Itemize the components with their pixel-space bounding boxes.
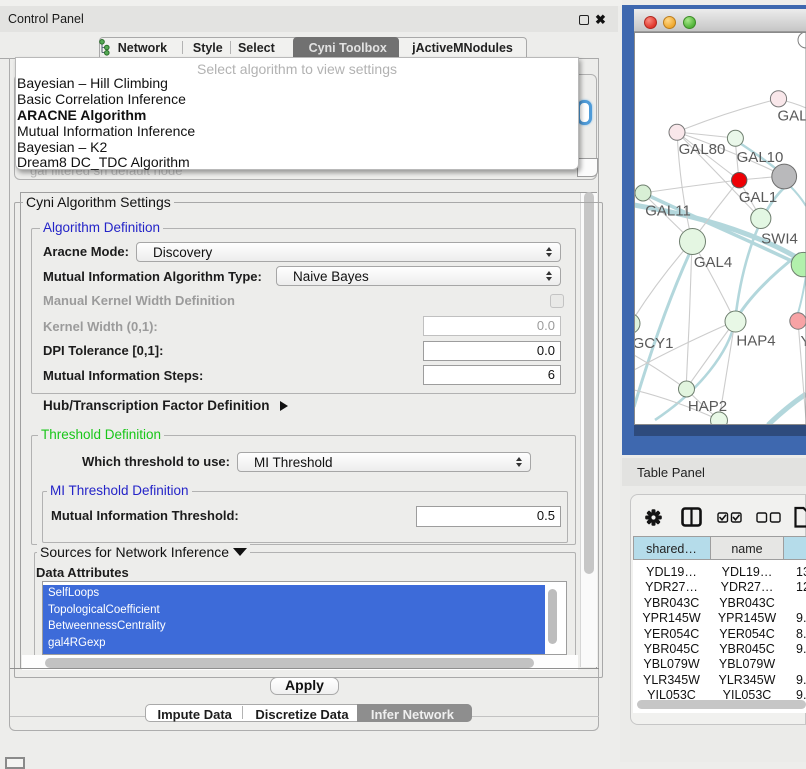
svg-text:GAL4: GAL4 <box>694 254 732 271</box>
svg-text:HAP2: HAP2 <box>688 398 727 415</box>
svg-text:GCY1: GCY1 <box>634 335 673 352</box>
svg-text:GAL2: GAL2 <box>778 108 806 125</box>
svg-text:GAL10: GAL10 <box>737 149 784 166</box>
svg-text:Y: Y <box>801 333 806 350</box>
svg-text:SWI4: SWI4 <box>761 231 798 248</box>
svg-text:GAL1: GAL1 <box>739 189 777 206</box>
svg-text:GAL11: GAL11 <box>645 203 691 220</box>
svg-text:HAP4: HAP4 <box>736 333 775 350</box>
svg-text:GAL80: GAL80 <box>679 141 726 158</box>
